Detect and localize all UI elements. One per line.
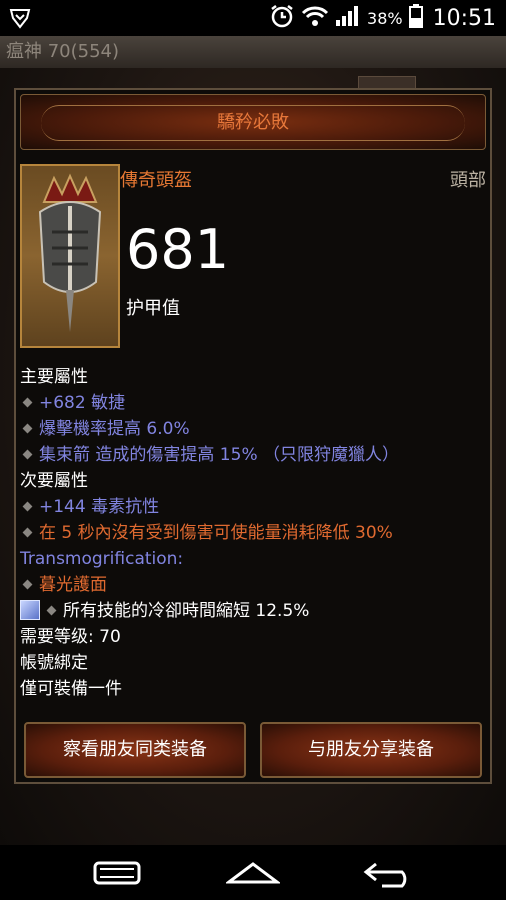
diamond-bullet-icon <box>22 449 33 459</box>
item-stats: 主要屬性 +682 敏捷 爆擊機率提高 6.0% 集束箭 造成的傷害提高 15%… <box>20 364 486 702</box>
stat-line: +682 敏捷 <box>20 390 486 416</box>
wifi-icon <box>301 5 329 31</box>
stat-line: +144 毒素抗性 <box>20 494 486 520</box>
item-type: 傳奇頭盔 <box>120 170 192 191</box>
app-title: 瘟神 70(554) <box>0 36 506 68</box>
diamond-bullet-icon <box>22 423 33 433</box>
stat-text: 爆擊機率提高 6.0% <box>39 419 190 439</box>
item-header: 驕矜必敗 <box>20 94 486 150</box>
stat-line: 在 5 秒內沒有受到傷害可使能量消耗降低 30% <box>20 520 486 546</box>
stat-line: 爆擊機率提高 6.0% <box>20 416 486 442</box>
secondary-stats-heading: 次要屬性 <box>20 471 88 491</box>
gem-socket-icon <box>20 600 40 620</box>
socket-effect: 所有技能的冷卻時間縮短 12.5% <box>63 601 310 621</box>
shield-icon <box>8 6 32 34</box>
item-tooltip: 驕矜必敗 傳奇頭盔 頭部 681 护甲值 主要屬性 +682 敏捷 爆擊機率提高… <box>14 88 492 784</box>
item-slot: 頭部 <box>450 170 486 191</box>
clock: 10:51 <box>432 5 496 31</box>
recent-apps-icon[interactable] <box>92 860 142 890</box>
item-icon-frame <box>20 164 120 348</box>
transmog-value: 暮光護面 <box>39 575 107 595</box>
transmog-line: 暮光護面 <box>20 572 486 598</box>
back-icon[interactable] <box>362 860 416 892</box>
transmog-heading: Transmogrification: <box>20 549 184 569</box>
status-bar: 38% 10:51 <box>0 0 506 36</box>
stat-text: +144 毒素抗性 <box>39 497 160 517</box>
battery-icon <box>408 4 423 32</box>
share-friends-button[interactable]: 与朋友分享装备 <box>260 722 482 778</box>
socket-line: 所有技能的冷卻時間縮短 12.5% <box>20 598 486 624</box>
battery-percent: 38% <box>367 8 403 28</box>
diamond-bullet-icon <box>22 579 33 589</box>
diamond-bullet-icon <box>22 501 33 511</box>
required-level: 需要等级: 70 <box>20 627 121 647</box>
stat-text: 在 5 秒內沒有受到傷害可使能量消耗降低 30% <box>39 523 393 543</box>
compare-friends-button[interactable]: 察看朋友同类装备 <box>24 722 246 778</box>
armor-label: 护甲值 <box>126 298 180 319</box>
account-bound: 帳號綁定 <box>20 653 88 673</box>
navigation-bar <box>0 845 506 900</box>
unique-equipped: 僅可裝備一件 <box>20 679 122 699</box>
stat-text: +682 敏捷 <box>39 393 126 413</box>
diamond-bullet-icon <box>22 527 33 537</box>
signal-icon <box>335 5 361 31</box>
item-name: 驕矜必敗 <box>217 112 289 133</box>
diamond-bullet-icon <box>22 397 33 407</box>
stat-text: 集束箭 造成的傷害提高 15% （只限狩魔獵人） <box>39 445 399 465</box>
armor-value: 681 <box>126 218 230 281</box>
diamond-bullet-icon <box>46 605 57 615</box>
stat-line: 集束箭 造成的傷害提高 15% （只限狩魔獵人） <box>20 442 486 468</box>
home-icon[interactable] <box>224 860 282 892</box>
primary-stats-heading: 主要屬性 <box>20 367 88 387</box>
alarm-icon <box>269 3 295 33</box>
